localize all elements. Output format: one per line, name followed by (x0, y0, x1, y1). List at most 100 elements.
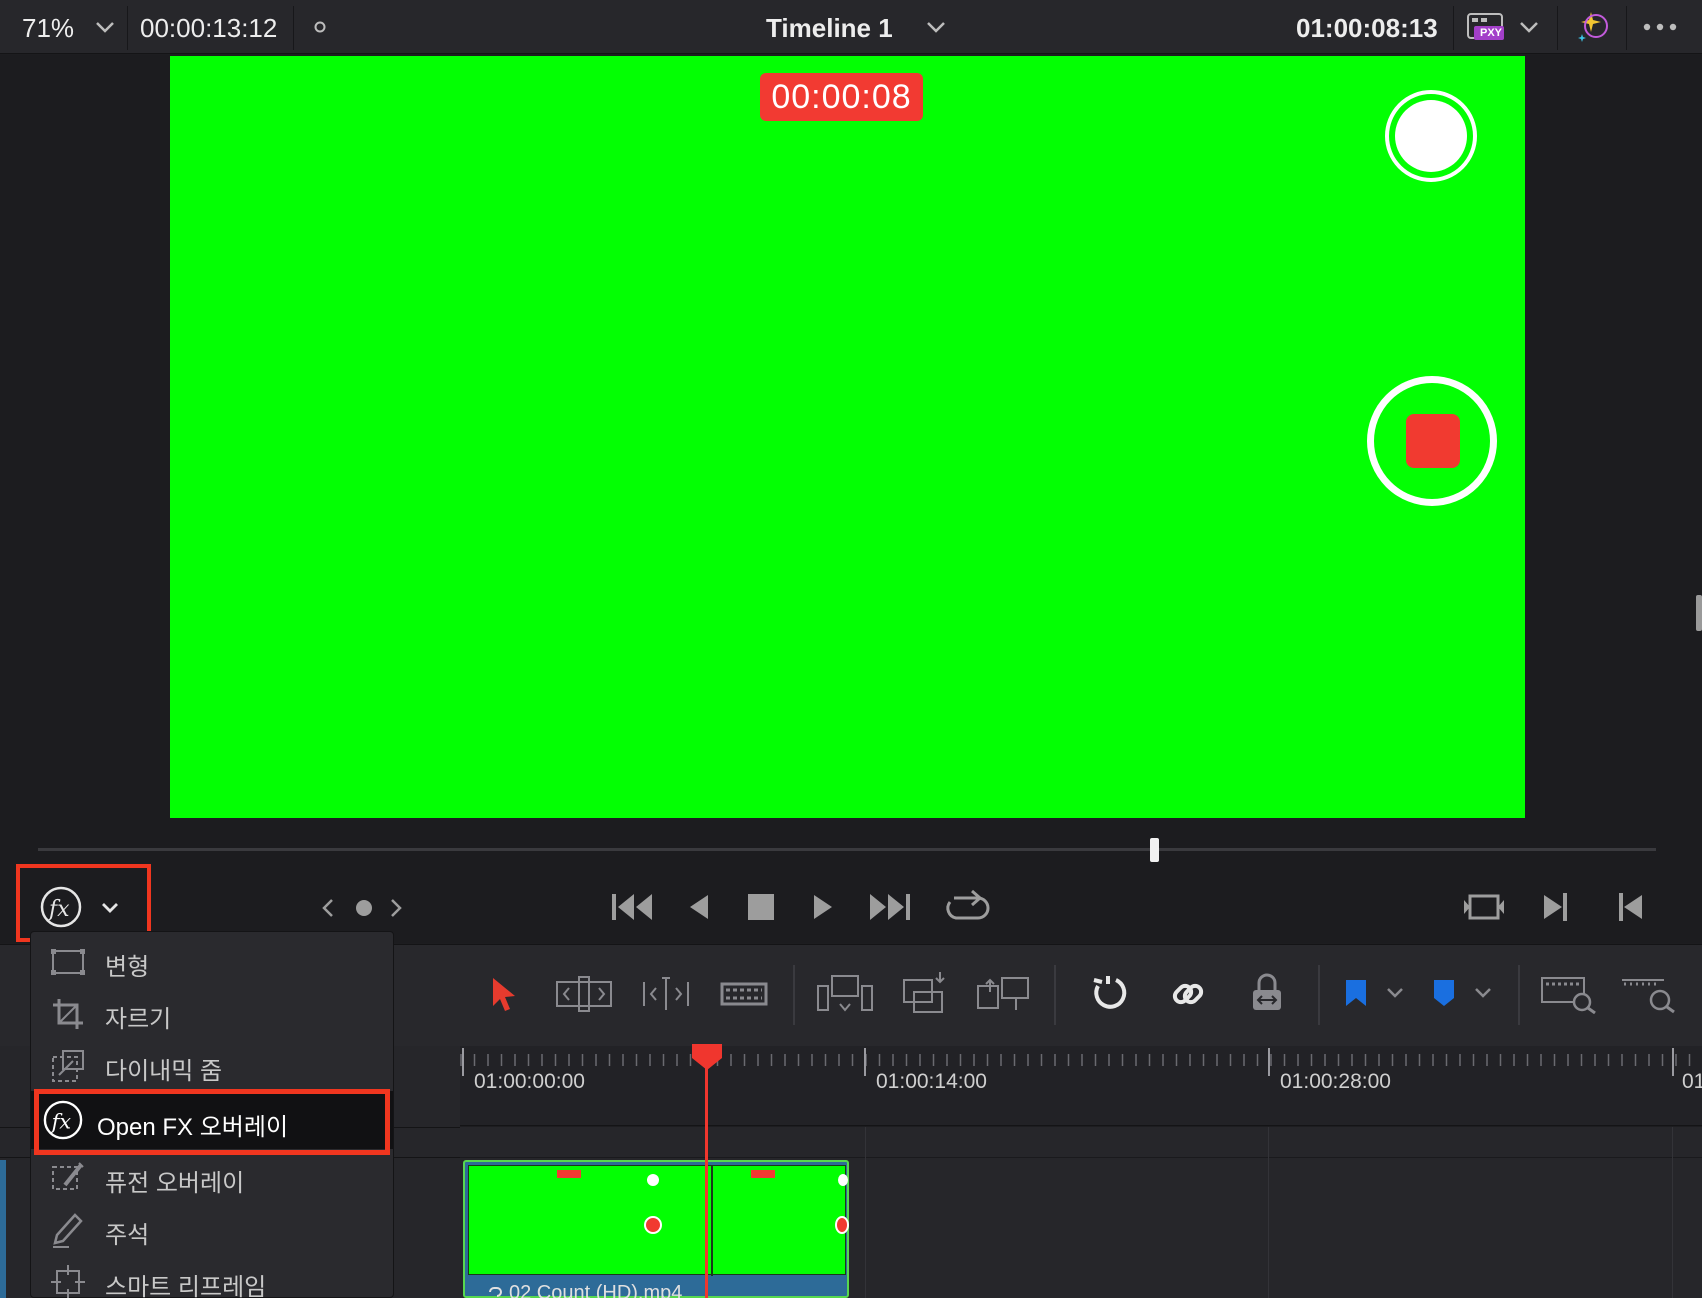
zoom-chevron-down-icon[interactable] (94, 16, 116, 38)
proxy-icon[interactable]: PXY (1466, 12, 1506, 42)
scrubber-handle[interactable] (1150, 838, 1160, 862)
annotation-pen-icon (53, 1213, 83, 1248)
dot-indicator-icon (314, 21, 326, 33)
transform-icon (51, 949, 85, 975)
linked-selection-icon[interactable] (1168, 974, 1208, 1014)
stop-icon[interactable] (747, 893, 775, 921)
overwrite-clip-icon[interactable] (900, 970, 950, 1014)
jump-to-end-icon[interactable] (868, 890, 912, 924)
selection-pointer-icon[interactable] (490, 976, 518, 1012)
loop-icon[interactable] (944, 888, 990, 926)
divider (1557, 6, 1558, 50)
ruler-label: 01 (1682, 1070, 1702, 1093)
highlight-box (34, 1089, 390, 1155)
svg-text:fx: fx (47, 897, 70, 922)
match-frame-icon[interactable] (1462, 890, 1506, 924)
menu-item-label: 다이내믹 줌 (105, 1058, 223, 1085)
more-options-icon[interactable] (1641, 20, 1679, 34)
divider (293, 6, 294, 50)
ruler-label: 01:00:00:00 (474, 1070, 585, 1093)
video-frame[interactable] (170, 56, 1525, 818)
source-timecode: 00:00:13:12 (140, 13, 278, 43)
thumb-circle-graphic (647, 1174, 659, 1186)
divider (1453, 6, 1454, 50)
full-extent-zoom-icon[interactable] (1540, 974, 1598, 1014)
zoom-level[interactable]: 71% (22, 13, 74, 44)
divider (1054, 965, 1056, 1025)
proxy-chevron-down-icon[interactable] (1518, 16, 1540, 38)
menu-item-smart-reframe[interactable]: 스마트 리프레임 (31, 1255, 393, 1298)
divider (1626, 6, 1627, 50)
menu-item-label: 자르기 (105, 1006, 172, 1033)
add-keyframe-icon[interactable] (354, 898, 374, 918)
mark-out-icon[interactable] (1616, 891, 1644, 923)
menu-item-label: 스마트 리프레임 (105, 1274, 267, 1298)
divider (127, 6, 128, 50)
link-icon (489, 1287, 502, 1297)
ruler-ticks (460, 1046, 1702, 1076)
fx-icon: fx (40, 886, 82, 928)
play-icon[interactable] (810, 892, 836, 922)
dynamic-zoom-icon (52, 1050, 84, 1082)
ruler-label: 01:00:28:00 (1280, 1070, 1391, 1093)
jump-to-start-icon[interactable] (610, 890, 654, 924)
divider (1518, 965, 1520, 1025)
timeline-ruler[interactable] (460, 1046, 1702, 1126)
track-color-strip (0, 1160, 6, 1298)
viewer-header: 71% 00:00:13:12 Timeline 1 01:00:08:13 P… (0, 0, 1702, 54)
mark-in-icon[interactable] (1542, 891, 1570, 923)
flag-icon[interactable] (1344, 978, 1368, 1008)
scrubber-track[interactable] (38, 848, 1656, 851)
thumb-timecode-graphic (557, 1170, 581, 1178)
grid-line (1672, 1127, 1673, 1298)
timeline-clip[interactable]: 02 Count (HD).mp4 (463, 1160, 849, 1298)
color-magic-icon[interactable] (1574, 8, 1610, 44)
position-lock-icon[interactable] (1250, 972, 1284, 1014)
menu-item-dynamic-zoom[interactable]: 다이내믹 줌 (31, 1039, 393, 1091)
crop-icon (53, 999, 83, 1029)
grid-line (1268, 1127, 1269, 1298)
playhead-handle-icon[interactable] (690, 1044, 724, 1070)
insert-clip-icon[interactable] (816, 972, 874, 1016)
grid-line (865, 1127, 866, 1298)
trim-edit-icon[interactable] (555, 974, 613, 1014)
clip-thumbnail-strip (468, 1165, 849, 1276)
menu-item-annotations[interactable]: 주석 (31, 1203, 393, 1255)
snapping-icon[interactable] (1088, 974, 1128, 1014)
menu-item-fusion-overlay[interactable]: 퓨전 오버레이 (31, 1151, 393, 1203)
fusion-overlay-icon (52, 1162, 84, 1190)
thumb-timecode-graphic (751, 1170, 775, 1178)
menu-item-transform[interactable]: 변형 (31, 935, 393, 987)
clip-name: 02 Count (HD).mp4 (509, 1282, 683, 1298)
marker-chevron-down-icon[interactable] (1474, 986, 1492, 1000)
timeline-name[interactable]: Timeline 1 (766, 13, 893, 44)
viewer-side-handle[interactable] (1696, 595, 1702, 631)
transport-bar (0, 825, 1702, 943)
chevron-down-icon (102, 903, 118, 913)
previous-keyframe-icon[interactable] (320, 896, 336, 920)
capture-button-graphic (1385, 90, 1477, 182)
thumb-record-graphic (835, 1216, 849, 1234)
menu-item-label: 퓨전 오버레이 (105, 1170, 245, 1197)
flag-chevron-down-icon[interactable] (1386, 986, 1404, 1000)
thumb-record-graphic (644, 1216, 662, 1234)
replace-clip-icon[interactable] (974, 970, 1032, 1014)
thumb-circle-graphic (838, 1174, 848, 1186)
blade-edit-icon[interactable] (720, 980, 768, 1008)
divider (460, 1157, 1702, 1158)
timeline-chevron-down-icon[interactable] (925, 16, 947, 38)
next-keyframe-icon[interactable] (388, 896, 404, 920)
dynamic-trim-icon[interactable] (640, 974, 692, 1014)
divider (793, 965, 795, 1025)
video-timecode-overlay: 00:00:08 (760, 73, 923, 121)
marker-icon[interactable] (1432, 978, 1456, 1008)
detail-zoom-icon[interactable] (1620, 974, 1678, 1014)
step-back-icon[interactable] (686, 892, 712, 922)
ruler-label: 01:00:14:00 (876, 1070, 987, 1093)
proxy-badge: PXY (1480, 27, 1503, 39)
record-timecode: 01:00:08:13 (1296, 13, 1438, 43)
divider (1318, 965, 1320, 1025)
menu-item-crop[interactable]: 자르기 (31, 987, 393, 1039)
playhead-line[interactable] (705, 1046, 708, 1298)
smart-reframe-icon (51, 1265, 85, 1298)
